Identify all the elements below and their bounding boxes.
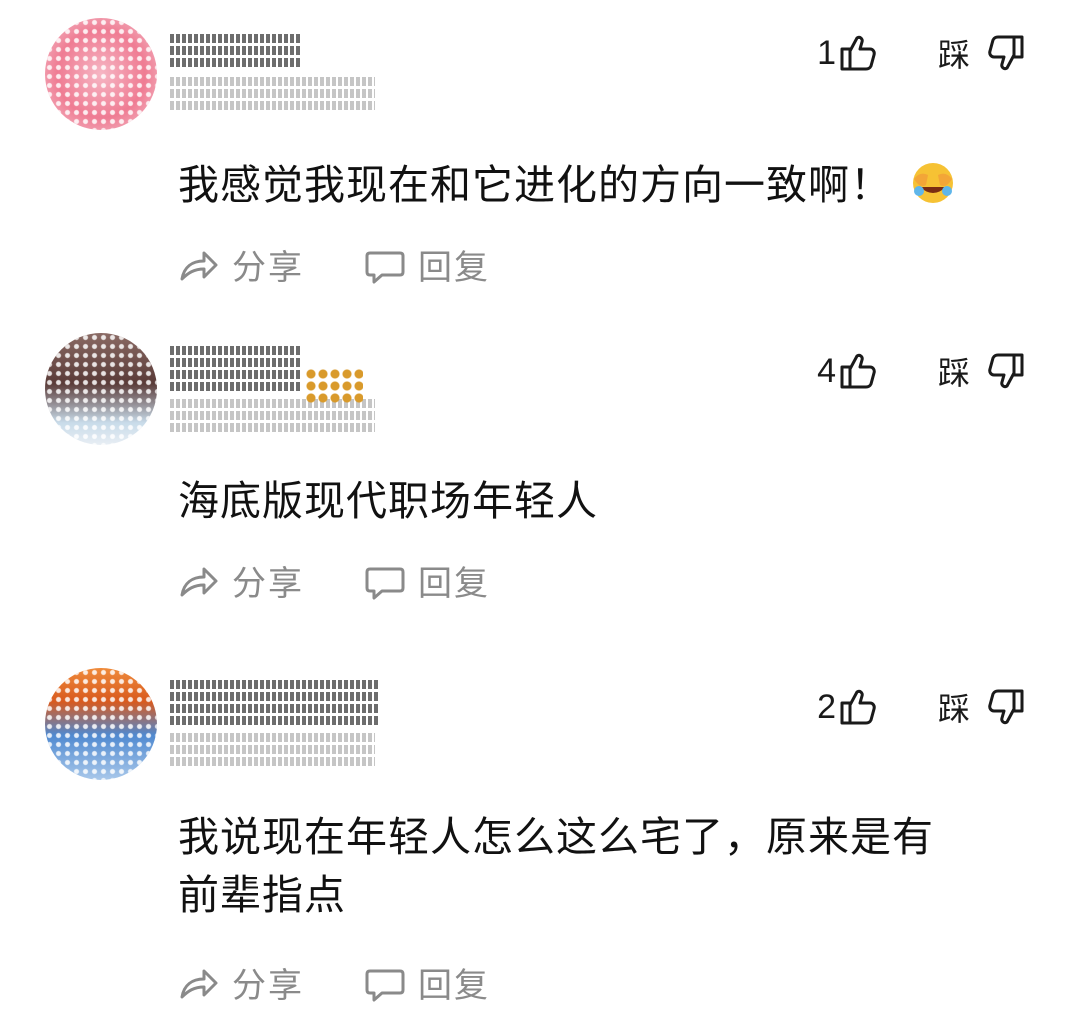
comment-actions: 分享 回复 (178, 958, 490, 1007)
comment-bubble-icon (365, 567, 405, 599)
thumbs-down-icon[interactable] (984, 31, 1028, 75)
avatar[interactable] (45, 333, 157, 445)
dislike-label: 踩 (937, 690, 970, 728)
thumbs-up-icon[interactable] (836, 685, 880, 729)
like-count: 1 (817, 33, 836, 72)
vote-actions: 2 踩 (817, 684, 1028, 730)
dislike-label: 踩 (937, 36, 970, 74)
comment-text: 海底版现代职场年轻人 (178, 477, 598, 525)
reply-button[interactable]: 回复 (364, 556, 490, 605)
like-count: 4 (817, 351, 836, 390)
username-and-meta[interactable] (170, 680, 385, 769)
reply-button[interactable]: 回复 (364, 240, 490, 289)
username-and-meta[interactable] (170, 34, 385, 113)
reply-button[interactable]: 回复 (364, 958, 490, 1007)
share-icon (180, 969, 218, 998)
vote-actions: 1 踩 (817, 30, 1028, 76)
share-icon (180, 567, 218, 596)
comment-bubble-icon (365, 969, 405, 1001)
vote-actions: 4 踩 (817, 348, 1028, 394)
dislike-label: 踩 (937, 354, 970, 392)
thumbs-down-icon[interactable] (984, 349, 1028, 393)
share-button[interactable]: 分享 (178, 958, 304, 1007)
share-button[interactable]: 分享 (178, 556, 304, 605)
thumbs-up-icon[interactable] (836, 31, 880, 75)
comment-actions: 分享 回复 (178, 556, 490, 605)
comment-bubble-icon (365, 251, 405, 283)
comment-text: 我说现在年轻人怎么这么宅了，原来是有 前辈指点 (178, 813, 934, 919)
like-count: 2 (817, 687, 836, 726)
username-and-meta[interactable] (170, 346, 385, 435)
badge-emoji-strip (305, 368, 363, 404)
share-button[interactable]: 分享 (178, 240, 304, 289)
comment-text: 我感觉我现在和它进化的方向一致啊！ (178, 156, 958, 214)
laugh-cry-emoji-icon (913, 163, 953, 203)
thumbs-up-icon[interactable] (836, 349, 880, 393)
comment-actions: 分享 回复 (178, 240, 490, 289)
thumbs-down-icon[interactable] (984, 685, 1028, 729)
share-icon (180, 251, 218, 280)
avatar[interactable] (45, 18, 157, 130)
avatar[interactable] (45, 668, 157, 780)
